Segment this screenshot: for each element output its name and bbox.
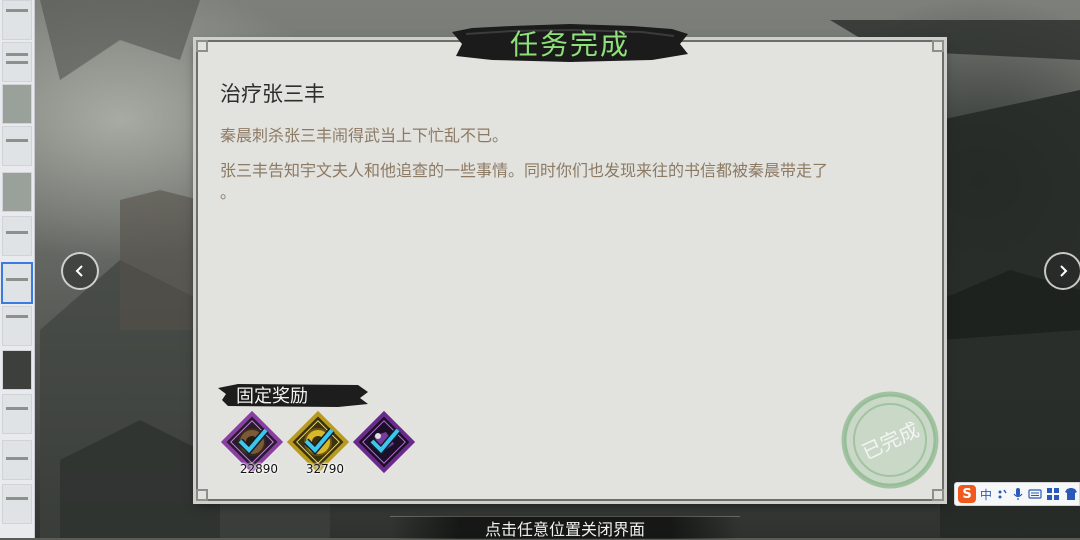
slide-thumbnail[interactable] xyxy=(2,306,32,346)
reward-item[interactable] xyxy=(352,410,416,474)
reward-item[interactable]: 32790 xyxy=(286,410,350,476)
slide-thumbnail-active[interactable] xyxy=(1,262,33,304)
microphone-icon[interactable] xyxy=(1012,487,1024,501)
quest-description-line: 。 xyxy=(220,183,237,202)
quest-description-line: 秦晨刺杀张三丰闹得武当上下忙乱不已。 xyxy=(220,126,509,145)
panel-corner-ornament xyxy=(196,40,208,52)
skin-icon[interactable] xyxy=(1064,487,1078,501)
slide-thumbnail[interactable] xyxy=(2,440,32,480)
chevron-left-icon xyxy=(75,265,83,277)
toolbox-icon[interactable] xyxy=(1046,487,1060,501)
slide-thumbnail[interactable] xyxy=(2,216,32,256)
slide-thumbnail[interactable] xyxy=(2,84,32,124)
close-dialog-hint[interactable]: 点击任意位置关闭界面 xyxy=(390,516,740,539)
slide-thumbnail[interactable] xyxy=(2,484,32,524)
slide-thumbnail[interactable] xyxy=(2,172,32,212)
sogou-logo[interactable]: S xyxy=(958,485,976,503)
previous-button[interactable] xyxy=(61,252,99,290)
panel-corner-ornament xyxy=(196,489,208,501)
quest-description-line: 张三丰告知宇文夫人和他追查的一些事情。同时你们也发现来往的书信都被秦晨带走了 xyxy=(220,161,829,180)
reward-count: 32790 xyxy=(305,462,344,476)
chevron-right-icon xyxy=(1060,265,1068,277)
slide-thumbnail-strip xyxy=(0,0,35,538)
slide-thumbnail[interactable] xyxy=(2,126,32,166)
slide-thumbnail[interactable] xyxy=(2,394,32,434)
slide-thumbnail[interactable] xyxy=(2,350,32,390)
completed-stamp: 已完成 xyxy=(841,391,939,489)
next-button[interactable] xyxy=(1044,252,1080,290)
ime-toolbar: S 中 xyxy=(954,482,1080,506)
slide-thumbnail[interactable] xyxy=(2,0,32,40)
slide-thumbnail[interactable] xyxy=(2,42,32,82)
keyboard-icon[interactable] xyxy=(1028,487,1042,501)
reward-count: 22890 xyxy=(239,462,278,476)
dialog-title: 任务完成 xyxy=(509,28,630,61)
ime-mode-toggle[interactable]: 中 xyxy=(980,486,992,503)
quest-name: 治疗张三丰 xyxy=(220,82,325,106)
rewards-title: 固定奖励 xyxy=(236,386,308,407)
panel-corner-ornament xyxy=(932,40,944,52)
punctuation-icon[interactable] xyxy=(996,487,1008,501)
purple-item-icon xyxy=(352,410,416,474)
reward-item[interactable]: 22890 xyxy=(220,410,284,476)
